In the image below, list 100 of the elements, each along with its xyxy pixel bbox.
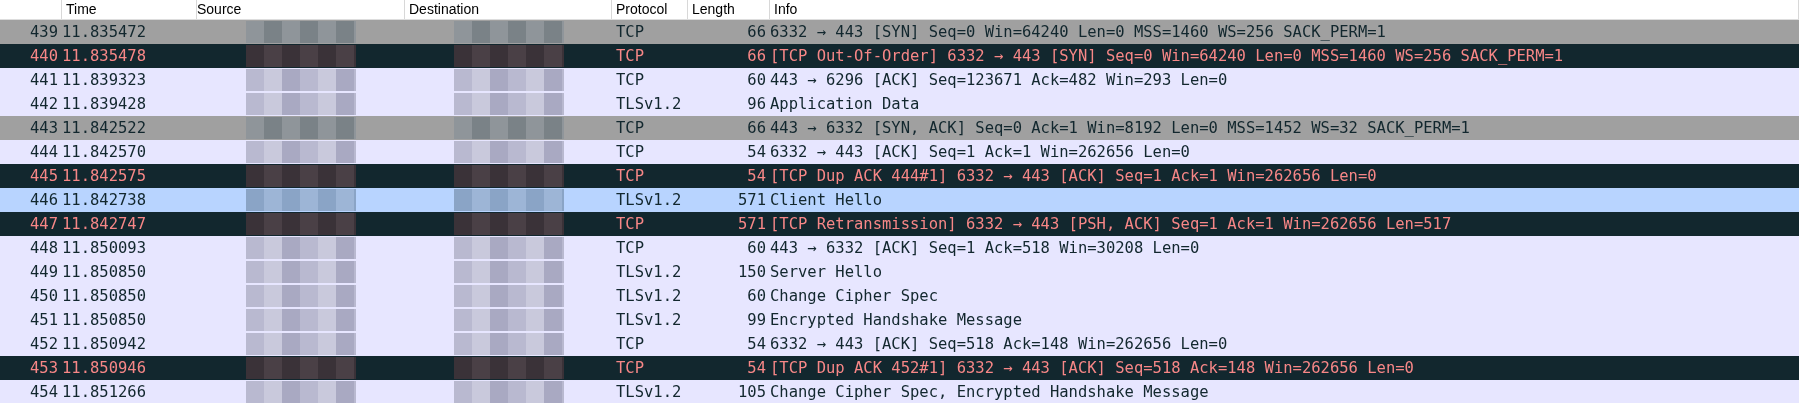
packet-row[interactable]: 448 11.850093 TCP 60 443 → 6332 [ACK] Seq=1 Ack=518 Win=30208 Len=0 — [0, 236, 1799, 260]
table-cell-text: TCP — [615, 215, 645, 233]
packet-row[interactable]: 444 11.842570 TCP 54 6332 → 443 [ACK] Seq=1 Ack=1 Win=262656 Len=0 — [0, 140, 1799, 164]
table-cell-text: 54 — [746, 143, 767, 161]
table-cell-text: 451 — [29, 311, 59, 329]
table-cell-text: Encrypted Handshake Message — [770, 311, 1023, 329]
table-cell-text: TLSv1.2 — [615, 191, 683, 209]
table-cell-text: 150 — [737, 263, 767, 281]
packet-row[interactable]: 447 11.842747 TCP 571 [TCP Retransmission] 6332 → 443 [PSH, ACK] Seq=1 Ack=1 Win=262656 Len=517 — [0, 212, 1799, 236]
table-cell-text: 96 — [746, 95, 767, 113]
table-cell-text: TLSv1.2 — [615, 263, 683, 281]
table-cell-text: 66 — [746, 47, 767, 65]
table-cell-text: 11.842747 — [62, 215, 147, 233]
table-cell-text: 11.835478 — [62, 47, 147, 65]
table-cell-text: [TCP Dup ACK 452#1] 6332 → 443 [ACK] Seq=518 Ack=148 Win=262656 Len=0 — [770, 359, 1415, 377]
table-cell-text: 66 — [746, 119, 767, 137]
table-cell-text: TCP — [615, 47, 645, 65]
table-cell-text: [TCP Retransmission] 6332 → 443 [PSH, ACK] Seq=1 Ack=1 Win=262656 Len=517 — [770, 215, 1453, 233]
table-cell-text: TCP — [615, 167, 645, 185]
table-cell-text: Change Cipher Spec — [770, 287, 939, 305]
column-header[interactable]: Source — [197, 0, 405, 19]
table-cell-text: 446 — [29, 191, 59, 209]
table-cell-text: 443 → 6296 [ACK] Seq=123671 Ack=482 Win=293 Len=0 — [770, 71, 1229, 89]
packet-row[interactable]: 449 11.850850 TLSv1.2 150 Server Hello — [0, 260, 1799, 284]
table-cell-text: 11.842570 — [62, 143, 147, 161]
packet-row[interactable]: 453 11.850946 TCP 54 [TCP Dup ACK 452#1] 6332 → 443 [ACK] Seq=518 Ack=148 Win=262656 Len=0 — [0, 356, 1799, 380]
packet-row[interactable]: 454 11.851266 TLSv1.2 105 Change Cipher Spec, Encrypted Handshake Message — [0, 380, 1799, 403]
table-cell-text: 449 — [29, 263, 59, 281]
table-cell-text: 11.835472 — [62, 23, 147, 41]
table-cell-text: 443 — [29, 119, 59, 137]
table-cell-text: 105 — [737, 383, 767, 401]
packet-row[interactable]: 451 11.850850 TLSv1.2 99 Encrypted Handshake Message — [0, 308, 1799, 332]
packet-row[interactable]: 439 11.835472 TCP 66 6332 → 443 [SYN] Seq=0 Win=64240 Len=0 MSS=1460 WS=256 SACK_PERM=1 — [0, 20, 1799, 44]
table-cell-text: Server Hello — [770, 263, 883, 281]
table-cell-text: TCP — [615, 239, 645, 257]
table-cell-text: [TCP Out-Of-Order] 6332 → 443 [SYN] Seq=0 Win=64240 Len=0 MSS=1460 WS=256 SACK_PERM=1 — [770, 47, 1565, 65]
table-cell-text: 11.850850 — [62, 263, 147, 281]
table-cell-text: 6332 → 443 [ACK] Seq=518 Ack=148 Win=262656 Len=0 — [770, 335, 1229, 353]
packet-row[interactable]: 452 11.850942 TCP 54 6332 → 443 [ACK] Seq=518 Ack=148 Win=262656 Len=0 — [0, 332, 1799, 356]
table-cell-text: 11.850093 — [62, 239, 147, 257]
column-header[interactable]: Protocol — [612, 0, 688, 19]
table-cell-text: 54 — [746, 359, 767, 377]
table-cell-text: 450 — [29, 287, 59, 305]
column-header[interactable]: Destination — [405, 0, 612, 19]
table-cell-text: 448 — [29, 239, 59, 257]
table-cell-text: 571 — [737, 191, 767, 209]
table-cell-text: 443 → 6332 [SYN, ACK] Seq=0 Ack=1 Win=8192 Len=0 MSS=1452 WS=32 SACK_PERM=1 — [770, 119, 1471, 137]
packet-row[interactable]: 443 11.842522 TCP 66 443 → 6332 [SYN, ACK] Seq=0 Ack=1 Win=8192 Len=0 MSS=1452 WS=32 SACK_PERM=1 — [0, 116, 1799, 140]
table-cell-text: TCP — [615, 359, 645, 377]
table-cell-text: 440 — [29, 47, 59, 65]
table-cell-text: TCP — [615, 71, 645, 89]
table-cell-text: 11.850946 — [62, 359, 147, 377]
table-cell-text: 11.842522 — [62, 119, 147, 137]
table-cell-text: Change Cipher Spec, Encrypted Handshake Message — [770, 383, 1210, 401]
table-cell-text: 66 — [746, 23, 767, 41]
table-cell-text: 6332 → 443 [ACK] Seq=1 Ack=1 Win=262656 Len=0 — [770, 143, 1191, 161]
table-cell-text: 447 — [29, 215, 59, 233]
table-cell-text: 444 — [29, 143, 59, 161]
table-cell-text: 60 — [746, 71, 767, 89]
packet-row[interactable]: 442 11.839428 TLSv1.2 96 Application Data — [0, 92, 1799, 116]
table-cell-text: 452 — [29, 335, 59, 353]
table-cell-text: 11.842738 — [62, 191, 147, 209]
packet-row[interactable]: 441 11.839323 TCP 60 443 → 6296 [ACK] Seq=123671 Ack=482 Win=293 Len=0 — [0, 68, 1799, 92]
table-cell-text: 11.850942 — [62, 335, 147, 353]
table-cell-text: TLSv1.2 — [615, 95, 683, 113]
packet-row[interactable]: 445 11.842575 TCP 54 [TCP Dup ACK 444#1] 6332 → 443 [ACK] Seq=1 Ack=1 Win=262656 Len=0 — [0, 164, 1799, 188]
table-cell-text: 453 — [29, 359, 59, 377]
packet-row[interactable]: 450 11.850850 TLSv1.2 60 Change Cipher Spec — [0, 284, 1799, 308]
table-cell-text: 439 — [29, 23, 59, 41]
table-cell-text: 54 — [746, 167, 767, 185]
table-cell-text: 11.842575 — [62, 167, 147, 185]
table-cell-text: 99 — [746, 311, 767, 329]
table-cell-text: 11.839428 — [62, 95, 147, 113]
table-cell-text: 445 — [29, 167, 59, 185]
table-cell-text: 11.850850 — [62, 311, 147, 329]
table-cell-text: 11.851266 — [62, 383, 147, 401]
column-header[interactable]: Info — [770, 0, 1799, 19]
table-cell-text: TLSv1.2 — [615, 383, 683, 401]
table-cell-text: TLSv1.2 — [615, 287, 683, 305]
table-cell-text: TCP — [615, 23, 645, 41]
column-header[interactable]: Time — [62, 0, 197, 19]
table-cell-text: TCP — [615, 143, 645, 161]
table-cell-text: 454 — [29, 383, 59, 401]
table-cell-text: Application Data — [770, 95, 921, 113]
table-cell-text: TCP — [615, 119, 645, 137]
table-cell-text: 11.850850 — [62, 287, 147, 305]
table-cell-text: 60 — [746, 239, 767, 257]
table-cell-text: 6332 → 443 [SYN] Seq=0 Win=64240 Len=0 MSS=1460 WS=256 SACK_PERM=1 — [770, 23, 1387, 41]
table-cell-text: 441 — [29, 71, 59, 89]
packet-row[interactable]: 446 11.842738 TLSv1.2 571 Client Hello — [0, 188, 1799, 212]
table-cell-text: 571 — [737, 215, 767, 233]
table-cell-text: TCP — [615, 335, 645, 353]
table-cell-text: 60 — [746, 287, 767, 305]
table-cell-text: 442 — [29, 95, 59, 113]
column-header[interactable]: Length — [688, 0, 770, 19]
table-cell-text: 54 — [746, 335, 767, 353]
table-cell-text: [TCP Dup ACK 444#1] 6332 → 443 [ACK] Seq=1 Ack=1 Win=262656 Len=0 — [770, 167, 1378, 185]
table-cell-text: Client Hello — [770, 191, 883, 209]
packet-row[interactable]: 440 11.835478 TCP 66 [TCP Out-Of-Order] 6332 → 443 [SYN] Seq=0 Win=64240 Len=0 MSS=1460 WS=256 SACK_PERM=1 — [0, 44, 1799, 68]
table-cell-text: 11.839323 — [62, 71, 147, 89]
